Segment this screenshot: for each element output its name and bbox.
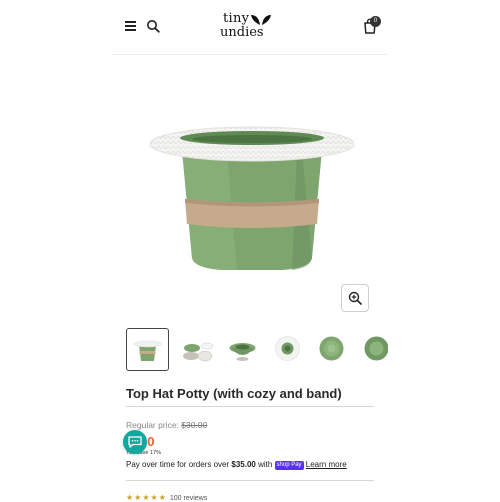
chat-button[interactable] — [123, 430, 147, 454]
thumbnail-6[interactable] — [356, 328, 388, 371]
product-page: tiny undies 0 Top Hat Potty (with cozy a… — [112, 0, 388, 502]
logo-line-1: tiny — [223, 11, 250, 26]
thumbnail-3[interactable] — [222, 328, 265, 371]
zoom-in-icon — [348, 291, 362, 305]
logo-line-2: undies — [220, 25, 264, 40]
thumbnail-4[interactable] — [267, 328, 310, 371]
installments-message: Pay over time for orders over $35.00 wit… — [126, 460, 347, 470]
thumbnail-5[interactable] — [311, 328, 354, 371]
pay-threshold: $35.00 — [231, 460, 256, 469]
product-title: Top Hat Potty (with cozy and band) — [126, 386, 342, 401]
brand-logo[interactable]: tiny undies — [220, 11, 276, 41]
menu-icon[interactable] — [125, 21, 136, 31]
thumbnail-strip — [126, 328, 388, 372]
regular-price-label: Regular price: — [126, 420, 179, 430]
regular-price: $30.00 — [181, 420, 208, 430]
search-icon[interactable] — [146, 19, 160, 33]
zoom-button[interactable] — [341, 284, 369, 312]
chat-icon — [128, 436, 142, 448]
thumbnail-1[interactable] — [126, 328, 169, 371]
pay-with: with — [255, 460, 275, 469]
shop-pay-badge: shop Pay — [274, 461, 304, 470]
site-header: tiny undies 0 — [112, 0, 388, 55]
cart-count-badge: 0 — [370, 16, 381, 27]
learn-more-link[interactable]: Learn more — [306, 460, 347, 469]
rating-stars: ★★★★★ — [126, 493, 167, 502]
thumbnail-2[interactable] — [178, 328, 221, 371]
regular-price-row: Regular price: $30.00 — [126, 420, 207, 430]
pay-prefix: Pay over time for orders over — [126, 460, 232, 469]
divider — [126, 480, 374, 481]
product-main-image[interactable] — [142, 120, 362, 275]
divider — [126, 406, 374, 407]
rating-row[interactable]: ★★★★★ 100 reviews — [126, 493, 207, 502]
review-count: 100 reviews — [169, 495, 208, 502]
